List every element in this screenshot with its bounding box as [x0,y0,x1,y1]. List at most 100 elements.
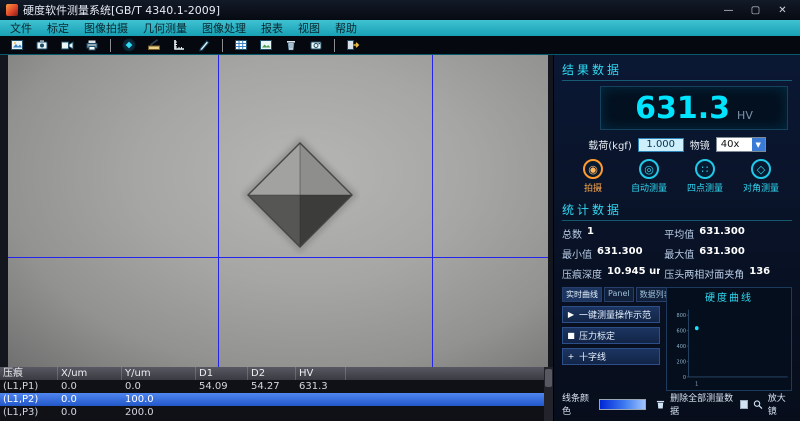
cell [196,406,248,419]
menu-item-geometry-measure[interactable]: 几何测量 [143,20,187,36]
diagonal-button-label: 对角测量 [743,181,779,194]
table-scrollbar[interactable] [544,367,553,421]
cell: 0.0 [58,380,122,393]
stat-value: 631.300 [699,226,745,241]
measurement-table: 压痕 X/um Y/um D1 D2 HV (L1,P1) 0.0 0.0 54… [0,367,553,421]
close-button[interactable]: ✕ [769,5,796,16]
force-calibration-button[interactable]: ■ 压力标定 [562,327,660,344]
snapshot-icon[interactable] [305,37,327,53]
magnifier-toggle[interactable]: 放大镜 [768,391,792,417]
objective-select[interactable]: 40x ▼ [716,137,766,152]
diagonal-measure-button[interactable]: ◇ 对角测量 [734,159,788,194]
app-icon [6,4,18,16]
capture-camera-icon[interactable] [31,37,53,53]
cell [196,393,248,406]
result-section-header: 结果数据 [562,61,792,81]
capture-button[interactable]: ◉ 拍摄 [566,159,620,194]
col-header-x: X/um [58,367,122,380]
measure-controls: 载荷(kgf) 物镜 40x ▼ [562,137,792,152]
crosshair-icon: + [567,352,575,361]
vickers-indentation [240,135,360,255]
trash-icon [656,399,665,410]
measure-line-vertical-right[interactable] [432,55,433,367]
stat-average: 平均值 631.300 [664,226,792,241]
cell [296,406,346,419]
measure-line-vertical-left[interactable] [218,55,219,367]
table-header-row: 压痕 X/um Y/um D1 D2 HV [0,367,553,380]
menu-item-file[interactable]: 文件 [10,20,32,36]
menu-bar: 文件 标定 图像拍摄 几何测量 图像处理 报表 视图 帮助 [0,20,800,36]
annotate-icon[interactable] [193,37,215,53]
calibrate-icon[interactable] [143,37,165,53]
square-icon: ■ [567,331,575,340]
load-label: 载荷(kgf) [588,137,631,152]
window-title: 硬度软件测量系统[GB/T 4340.1-2009] [23,2,220,18]
four-point-icon: ∷ [695,159,715,179]
data-table-icon[interactable] [230,37,252,53]
print-icon[interactable] [81,37,103,53]
load-input[interactable] [638,138,684,152]
stat-value: 10.945 um [607,266,660,281]
indent-mark-icon[interactable] [118,37,140,53]
menu-item-view[interactable]: 视图 [298,20,320,36]
gallery-icon[interactable] [255,37,277,53]
measure-ruler-icon[interactable] [168,37,190,53]
tab-realtime-curve[interactable]: 实时曲线 [562,287,602,302]
table-row[interactable]: (L1,P1) 0.0 0.0 54.09 54.27 631.3 [0,380,553,393]
cell: 0.0 [58,393,122,406]
menu-item-calibration[interactable]: 标定 [47,20,69,36]
video-capture-icon[interactable] [56,37,78,53]
crosshair-label: 十字线 [579,350,606,363]
svg-text:1: 1 [695,381,698,387]
objective-label: 物镜 [690,137,710,152]
col-header-y: Y/um [122,367,196,380]
delete-icon[interactable] [280,37,302,53]
exit-icon[interactable] [342,37,364,53]
play-icon: ▶ [567,310,575,319]
table-row-selected[interactable]: (L1,P2) 0.0 100.0 [0,393,553,406]
cell: 631.3 [296,380,346,393]
cell [248,406,296,419]
cell: 0.0 [122,380,196,393]
menu-item-image-capture[interactable]: 图像拍摄 [84,20,128,36]
col-header-d1: D1 [196,367,248,380]
svg-text:600: 600 [677,328,687,334]
open-image-icon[interactable] [6,37,28,53]
line-color-swatch[interactable] [599,399,646,410]
delete-all-button[interactable]: 删除全部测量数据 [670,391,735,417]
menu-item-image-process[interactable]: 图像处理 [202,20,246,36]
measure-line-horizontal[interactable] [8,257,548,258]
curve-tabs: 实时曲线 Panel 数据列表 [562,287,660,302]
crosshair-button[interactable]: + 十字线 [562,348,660,365]
table-row[interactable]: (L1,P3) 0.0 200.0 [0,406,553,419]
window-controls: — ▢ ✕ [715,5,796,16]
one-key-demo-button[interactable]: ▶ 一键测量操作示范 [562,306,660,323]
tab-panel[interactable]: Panel [604,287,634,302]
stat-label: 压痕深度 [562,266,602,281]
stat-max: 最大值 631.300 [664,246,792,261]
magnifier-checkbox[interactable] [740,400,748,409]
auto-measure-button[interactable]: ◎ 自动测量 [622,159,676,194]
menu-item-help[interactable]: 帮助 [335,20,357,36]
hardness-value: 631.3 [635,91,730,126]
microscope-live-image[interactable] [8,55,548,367]
cell: 0.0 [58,406,122,419]
capture-button-label: 拍摄 [584,181,602,194]
cell [248,393,296,406]
menu-item-report[interactable]: 报表 [261,20,283,36]
line-color-label: 线条颜色 [562,391,594,417]
toolbar-separator [222,39,223,52]
chart-title: 硬度曲线 [667,288,791,304]
maximize-button[interactable]: ▢ [742,5,769,16]
stats-section-header: 统计数据 [562,201,792,221]
stat-label: 压头两相对面夹角 [664,266,744,281]
four-point-measure-button[interactable]: ∷ 四点测量 [678,159,732,194]
toolbar-separator [110,39,111,52]
stat-label: 平均值 [664,226,694,241]
minimize-button[interactable]: — [715,5,742,16]
svg-text:0: 0 [683,375,687,381]
scrollbar-thumb[interactable] [545,369,552,387]
hardness-curve-chart: 硬度曲线 80060040020001 [666,287,792,391]
cell: (L1,P1) [0,380,58,393]
magnifier-icon [753,399,763,410]
